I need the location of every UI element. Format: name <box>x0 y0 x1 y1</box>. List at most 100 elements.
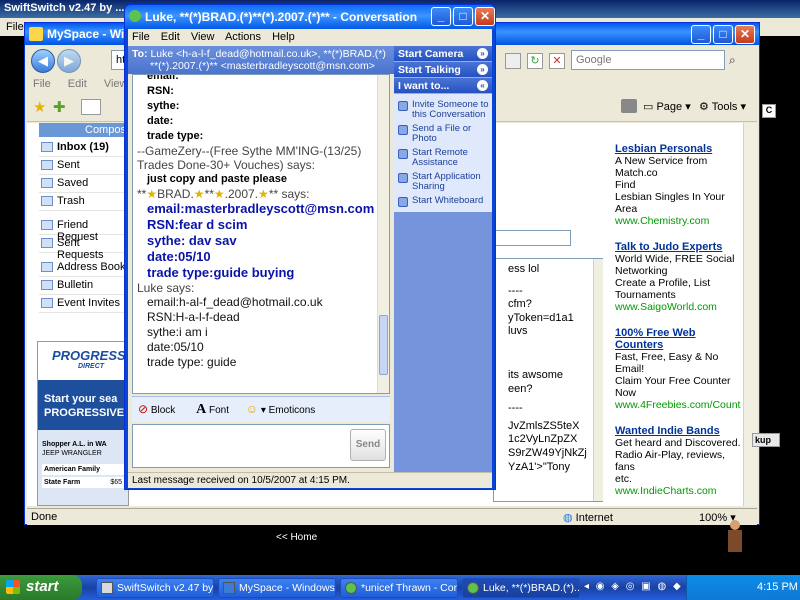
address-book-link[interactable]: Address Book <box>39 259 127 277</box>
friend-request-link[interactable]: Friend Request <box>39 217 127 243</box>
chat-toolbar: ⊘ Block A Font ☺ ▾ Emoticons <box>132 396 390 422</box>
sent-link[interactable]: Sent <box>39 157 127 175</box>
clock[interactable]: 4:15 PM <box>757 581 798 593</box>
swiftswitch-icon <box>101 582 113 594</box>
msn-icon <box>345 582 357 594</box>
status-done: Done <box>31 511 58 523</box>
send-file-link[interactable]: Send a File or Photo <box>396 122 490 146</box>
remote-assistance-icon <box>398 149 408 159</box>
emoticons-button[interactable]: Emoticons <box>269 405 316 416</box>
tools-menu[interactable]: ⚙ Tools ▾ <box>699 100 746 113</box>
invite-someone-link[interactable]: Invite Someone to this Conversation <box>396 98 490 122</box>
search-icon[interactable]: ⌕ <box>729 53 745 69</box>
sponsored-links: Lesbian Personals A New Service from Mat… <box>615 143 741 497</box>
ad-indie-bands[interactable]: Wanted Indie Bands Get heard and Discove… <box>615 425 741 497</box>
whiteboard-link[interactable]: Start Whiteboard <box>396 194 490 208</box>
font-icon[interactable]: A <box>196 402 206 417</box>
task-unicef-conversation[interactable]: *unicef Thrawn - Con... <box>340 578 458 598</box>
message-body-area[interactable]: ess lol ---- cfm? yToken=d1a1 luvs its a… <box>493 258 603 502</box>
close-button[interactable]: ✕ <box>735 25 755 44</box>
ad-lesbian-personals[interactable]: Lesbian Personals A New Service from Mat… <box>615 143 741 227</box>
msn-menu-edit[interactable]: Edit <box>161 31 180 43</box>
forward-icon[interactable]: ▶ <box>57 49 81 73</box>
whiteboard-icon <box>398 197 408 207</box>
ie-menu-file[interactable]: File <box>33 78 51 90</box>
sender-line-gamezery: --GameZery--(Free Sythe MM'ING-(13/25) T… <box>137 144 362 172</box>
sent-icon <box>41 160 53 170</box>
send-button[interactable]: Send <box>350 429 386 461</box>
mail-nav: Inbox (19) Sent Saved Trash Friend Reque… <box>39 139 127 313</box>
side-tab-c[interactable]: C <box>762 104 776 118</box>
application-sharing-icon <box>398 173 408 183</box>
home-link[interactable]: << Home <box>276 532 317 543</box>
start-camera-button[interactable]: Start Camera» <box>394 46 492 62</box>
msn-menu-file[interactable]: File <box>132 31 150 43</box>
ad-judo-experts[interactable]: Talk to Judo Experts World Wide, FREE So… <box>615 241 741 313</box>
go-icon[interactable]: ↻ <box>527 53 543 69</box>
minimize-button[interactable]: _ <box>691 25 711 44</box>
recipient-line-2: **(*).2007.(*)** <masterbradleyscott@msn… <box>150 60 375 72</box>
start-talking-button[interactable]: Start Talking» <box>394 62 492 78</box>
chevron-down-icon: » <box>477 48 488 59</box>
inbox-link[interactable]: Inbox (19) <box>39 139 127 157</box>
msn-menu-actions[interactable]: Actions <box>225 31 261 43</box>
back-icon[interactable]: ◀ <box>31 49 55 73</box>
system-tray: 4:15 PM <box>686 575 800 600</box>
application-sharing-link[interactable]: Start Application Sharing <box>396 170 490 194</box>
bulletin-link[interactable]: Bulletin <box>39 277 127 295</box>
search-input[interactable]: Google <box>571 50 725 70</box>
stop-icon[interactable]: ✕ <box>549 53 565 69</box>
sent-requests-link[interactable]: Sent Requests <box>39 235 127 261</box>
maximize-button[interactable]: □ <box>713 25 733 44</box>
chat-history[interactable]: email: RSN: sythe: date: trade type: --G… <box>132 74 390 394</box>
sender-line-luke: Luke says: <box>137 281 195 295</box>
task-luke-conversation[interactable]: Luke, **(*)BRAD.(*)... <box>462 578 580 598</box>
favorites-star-icon[interactable]: ★ <box>33 98 46 116</box>
event-invites-icon <box>41 298 53 308</box>
remote-assistance-link[interactable]: Start Remote Assistance <box>396 146 490 170</box>
msn-minimize-button[interactable]: _ <box>431 7 451 26</box>
mid-input[interactable] <box>493 230 571 246</box>
start-button[interactable]: start <box>0 575 82 600</box>
msn-maximize-button[interactable]: □ <box>453 7 473 26</box>
saved-link[interactable]: Saved <box>39 175 127 193</box>
task-myspace[interactable]: MySpace - Windows I... <box>218 578 336 598</box>
progressive-ad[interactable]: PROGRESSI DIRECT Start your sea PROGRESSIV… <box>37 341 129 506</box>
page-scrollbar[interactable] <box>743 123 757 506</box>
block-icon[interactable]: ⊘ <box>138 402 148 416</box>
add-favorite-icon[interactable]: ✚ <box>53 98 66 116</box>
i-want-to-header[interactable]: I want to... « <box>394 78 492 94</box>
chat-scrollbar[interactable] <box>377 75 389 393</box>
event-invites-link[interactable]: Event Invites <box>39 295 127 313</box>
bulletin-icon <box>41 280 53 290</box>
msn-app-icon <box>129 10 141 22</box>
sender-line-brad: **★BRAD.★**★.2007.★** says: <box>137 187 310 201</box>
task-swiftswitch[interactable]: SwiftSwitch v2.47 by ... <box>96 578 214 598</box>
chat-scroll-thumb[interactable] <box>379 315 388 375</box>
message-body-scrollbar[interactable] <box>593 259 603 501</box>
recipient-line-1: Luke <h-a-l-f_dead@hotmail.co.uk>, **(*)… <box>150 48 386 60</box>
friend-request-icon <box>41 220 53 230</box>
refresh-icon[interactable] <box>505 53 521 69</box>
internet-zone: ◍ Internet <box>563 512 613 524</box>
emoticon-icon[interactable]: ☺ <box>246 402 258 416</box>
ad-web-counters[interactable]: 100% Free Web Counters Fast, Free, Easy … <box>615 327 741 411</box>
taskbar: start SwiftSwitch v2.47 by ... MySpace -… <box>0 575 800 600</box>
print-icon[interactable] <box>621 99 637 113</box>
tab-list-icon[interactable] <box>81 99 101 115</box>
msn-menu-help[interactable]: Help <box>272 31 295 43</box>
msn-body: File Edit View Actions Help To: Luke <h-… <box>128 29 492 488</box>
ie-statusbar: Done ◍ Internet 100% ▾ <box>27 508 757 525</box>
trash-link[interactable]: Trash <box>39 193 127 211</box>
font-button[interactable]: Font <box>209 405 229 416</box>
block-button[interactable]: Block <box>151 405 175 416</box>
msn-close-button[interactable]: ✕ <box>475 7 495 26</box>
side-tab[interactable]: kup <box>752 433 780 447</box>
msn-icon <box>467 582 479 594</box>
compose-button[interactable]: Compos <box>39 123 127 137</box>
quick-tray-icons[interactable]: ◂ ◉ ◈ ◎ ▣ ◍ ◆ <box>584 581 684 595</box>
ie-menu-edit[interactable]: Edit <box>68 78 87 90</box>
msn-menu-view[interactable]: View <box>191 31 215 43</box>
swiftswitch-menu-file[interactable]: File <box>6 21 24 33</box>
page-menu[interactable]: ▭ Page ▾ <box>643 100 691 113</box>
